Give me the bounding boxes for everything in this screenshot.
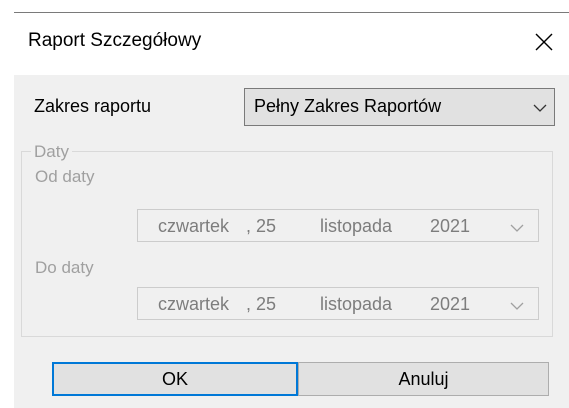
dialog-title: Raport Szczegółowy bbox=[28, 30, 202, 51]
report-range-select[interactable]: Pełny Zakres Raportów bbox=[244, 88, 555, 126]
from-month: listopada bbox=[320, 216, 393, 236]
to-date-picker[interactable]: czwartek , 25 listopada 2021 bbox=[137, 287, 539, 320]
dates-group-legend: Daty bbox=[31, 142, 72, 162]
report-range-value: Pełny Zakres Raportów bbox=[254, 96, 442, 116]
chevron-down-icon[interactable] bbox=[533, 103, 547, 113]
close-button[interactable] bbox=[528, 26, 560, 58]
close-icon bbox=[535, 33, 553, 51]
from-year: 2021 bbox=[430, 216, 471, 236]
chevron-down-icon[interactable] bbox=[510, 301, 524, 311]
chevron-down-icon[interactable] bbox=[510, 223, 524, 233]
from-date-label: Od daty bbox=[35, 167, 95, 186]
ok-button[interactable]: OK bbox=[52, 362, 298, 396]
to-weekday: czwartek bbox=[158, 294, 230, 314]
to-year: 2021 bbox=[430, 294, 471, 314]
report-range-label: Zakres raportu bbox=[34, 96, 152, 116]
cancel-button[interactable]: Anuluj bbox=[298, 362, 549, 396]
from-day: , 25 bbox=[246, 216, 277, 236]
to-month: listopada bbox=[320, 294, 393, 314]
from-date-picker[interactable]: czwartek , 25 listopada 2021 bbox=[137, 209, 539, 242]
to-day: , 25 bbox=[246, 294, 277, 314]
from-weekday: czwartek bbox=[158, 216, 230, 236]
to-date-label: Do daty bbox=[35, 258, 94, 277]
